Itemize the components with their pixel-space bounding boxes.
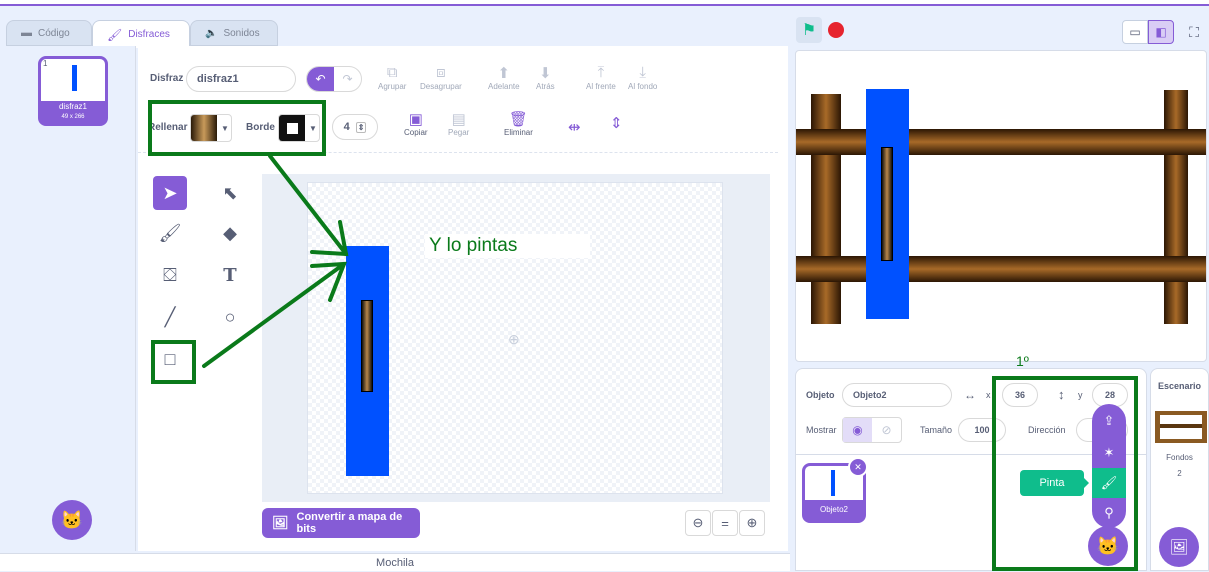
arrow-to-rectangle <box>268 154 348 256</box>
annotation-arrows <box>202 154 349 368</box>
arrow-from-tool <box>202 262 346 368</box>
